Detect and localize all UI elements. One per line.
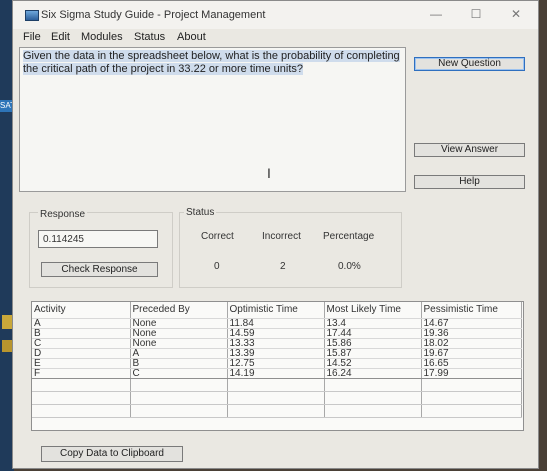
- status-correct-header: Correct: [201, 231, 234, 242]
- status-panel: [179, 212, 402, 288]
- status-label: Status: [184, 207, 217, 218]
- table-cell[interactable]: 14.52: [324, 358, 422, 369]
- minimize-icon[interactable]: —: [427, 6, 445, 22]
- table-cell[interactable]: A: [130, 348, 228, 359]
- table-cell[interactable]: B: [32, 328, 131, 339]
- table-cell[interactable]: 19.36: [421, 328, 522, 339]
- menu-about[interactable]: About: [177, 31, 206, 43]
- desktop-folder-icon: [2, 315, 12, 329]
- status-incorrect-value: 2: [280, 261, 286, 272]
- table-row-empty[interactable]: [32, 378, 522, 392]
- question-textbox[interactable]: Given the data in the spreadsheet below,…: [19, 47, 406, 192]
- help-button[interactable]: Help: [414, 175, 525, 189]
- table-cell[interactable]: None: [130, 328, 228, 339]
- question-line-2: the critical path of the project in 33.2…: [23, 63, 304, 75]
- table-cell[interactable]: 16.24: [324, 368, 422, 379]
- close-icon[interactable]: ✕: [507, 6, 525, 22]
- column-header: Most Likely Time: [324, 302, 422, 319]
- status-correct-value: 0: [214, 261, 220, 272]
- status-incorrect-header: Incorrect: [262, 231, 301, 242]
- table-cell[interactable]: 17.44: [324, 328, 422, 339]
- table-cell[interactable]: 19.67: [421, 348, 522, 359]
- column-header: Preceded By: [130, 302, 228, 319]
- window-title: Six Sigma Study Guide - Project Manageme…: [41, 9, 266, 21]
- table-cell[interactable]: 13.39: [227, 348, 325, 359]
- table-cell[interactable]: 16.65: [421, 358, 522, 369]
- table-cell[interactable]: None: [130, 318, 228, 329]
- menu-edit[interactable]: Edit: [51, 31, 70, 43]
- menu-file[interactable]: File: [23, 31, 41, 43]
- table-cell[interactable]: 15.86: [324, 338, 422, 349]
- column-header: Optimistic Time: [227, 302, 325, 319]
- table-cell[interactable]: A: [32, 318, 131, 329]
- menu-status[interactable]: Status: [134, 31, 165, 43]
- table-cell[interactable]: C: [32, 338, 131, 349]
- table-cell[interactable]: 14.67: [421, 318, 522, 329]
- app-window: Six Sigma Study Guide - Project Manageme…: [12, 0, 539, 469]
- table-row[interactable]: B None 14.59 17.44 19.36: [32, 328, 522, 339]
- table-row[interactable]: C None 13.33 15.86 18.02: [32, 338, 522, 349]
- status-percentage-header: Percentage: [323, 231, 375, 242]
- table-cell[interactable]: E: [32, 358, 131, 369]
- response-input[interactable]: 0.114245: [38, 230, 158, 248]
- response-label: Response: [38, 209, 88, 220]
- table-cell[interactable]: 18.02: [421, 338, 522, 349]
- table-cell[interactable]: F: [32, 368, 131, 379]
- table-row[interactable]: E B 12.75 14.52 16.65: [32, 358, 522, 369]
- data-table[interactable]: Activity Preceded By Optimistic Time Mos…: [31, 301, 524, 431]
- table-header-row: Activity Preceded By Optimistic Time Mos…: [32, 302, 522, 319]
- column-header: Activity: [32, 302, 131, 319]
- desktop-folder-icon: [2, 340, 12, 352]
- table-cell[interactable]: D: [32, 348, 131, 359]
- copy-data-button[interactable]: Copy Data to Clipboard: [41, 446, 183, 462]
- maximize-icon[interactable]: ☐: [467, 6, 485, 22]
- table-row[interactable]: F C 14.19 16.24 17.99: [32, 368, 522, 379]
- table-cell[interactable]: 17.99: [421, 368, 522, 379]
- table-cell[interactable]: 14.59: [227, 328, 325, 339]
- text-cursor-icon: I: [267, 165, 271, 181]
- table-cell[interactable]: C: [130, 368, 228, 379]
- question-line-1: Given the data in the spreadsheet below,…: [23, 50, 400, 62]
- table-row-empty[interactable]: [32, 391, 522, 405]
- column-header: Pessimistic Time: [421, 302, 522, 319]
- table-cell[interactable]: 14.19: [227, 368, 325, 379]
- menu-bar: File Edit Modules Status About: [13, 30, 538, 46]
- table-cell[interactable]: 13.33: [227, 338, 325, 349]
- table-row[interactable]: A None 11.84 13.4 14.67: [32, 318, 522, 329]
- check-response-button[interactable]: Check Response: [41, 262, 158, 277]
- menu-modules[interactable]: Modules: [81, 31, 123, 43]
- new-question-button[interactable]: New Question: [414, 57, 525, 71]
- table-cell[interactable]: 13.4: [324, 318, 422, 329]
- table-cell[interactable]: 12.75: [227, 358, 325, 369]
- status-percentage-value: 0.0%: [338, 261, 361, 272]
- app-icon: [25, 10, 39, 21]
- table-row[interactable]: D A 13.39 15.87 19.67: [32, 348, 522, 359]
- table-cell[interactable]: 15.87: [324, 348, 422, 359]
- table-cell[interactable]: B: [130, 358, 228, 369]
- table-cell[interactable]: 11.84: [227, 318, 325, 329]
- title-bar[interactable]: Six Sigma Study Guide - Project Manageme…: [13, 1, 538, 29]
- view-answer-button[interactable]: View Answer: [414, 143, 525, 157]
- table-row-empty[interactable]: [32, 404, 522, 418]
- table-cell[interactable]: None: [130, 338, 228, 349]
